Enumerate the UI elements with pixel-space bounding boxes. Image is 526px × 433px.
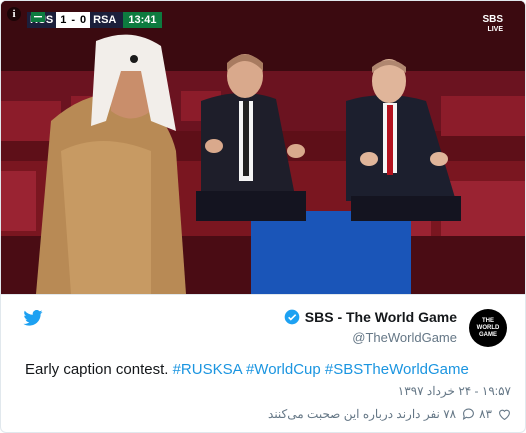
tweet-photo[interactable]: i RUS 1 - 0 RSA 13:41 SBS LIVE (1, 1, 525, 294)
twitter-bird-icon[interactable] (23, 310, 43, 326)
tweet-body: SBS - The World Game @TheWorldGame THE W… (1, 294, 525, 432)
sbs-logo: SBS LIVE (482, 15, 503, 35)
conversation-text[interactable]: ۷۸ نفر دارند درباره این صحبت می‌کنند (268, 407, 456, 421)
tweet-text: Early caption contest. #RUSKSA #WorldCup… (25, 361, 469, 378)
hashtag-link[interactable]: #RUSKSA (173, 361, 242, 378)
author-handle[interactable]: @TheWorldGame (352, 330, 457, 345)
stadium-photo (1, 1, 525, 294)
hashtag-link[interactable]: #WorldCup (246, 361, 321, 378)
avatar[interactable]: THE WORLD GAME (469, 309, 507, 347)
info-icon[interactable]: i (7, 7, 21, 21)
tweet-timestamp[interactable]: ۱۹:۵۷ - ۲۴ خرداد ۱۳۹۷ (398, 384, 511, 398)
tweet-actions: ۸۳ ۷۸ نفر دارند درباره این صحبت می‌کنند (264, 407, 511, 421)
heart-icon[interactable] (498, 408, 511, 420)
avatar-text: THE WORLD GAME (476, 317, 500, 338)
scoreboard: RUS 1 - 0 RSA 13:41 (27, 12, 162, 28)
author-name[interactable]: SBS - The World Game (305, 309, 457, 325)
like-count[interactable]: ۸۳ (479, 407, 492, 421)
match-clock: 13:41 (123, 12, 162, 28)
sbs-logo-text: SBS (482, 14, 503, 25)
reply-bubble-icon[interactable] (462, 408, 475, 420)
tweet-text-plain: Early caption contest. (25, 361, 169, 378)
away-team: RSA (93, 14, 117, 26)
home-score: 1 (56, 12, 71, 28)
saudi-flag-icon (31, 12, 45, 22)
live-label: LIVE (487, 26, 503, 33)
away-score: 0 (76, 12, 91, 28)
author-name-row[interactable]: SBS - The World Game (284, 309, 457, 325)
hashtag-link[interactable]: #SBSTheWorldGame (325, 361, 469, 378)
tweet-card[interactable]: i RUS 1 - 0 RSA 13:41 SBS LIVE (0, 0, 526, 433)
verified-badge-icon (284, 309, 300, 325)
